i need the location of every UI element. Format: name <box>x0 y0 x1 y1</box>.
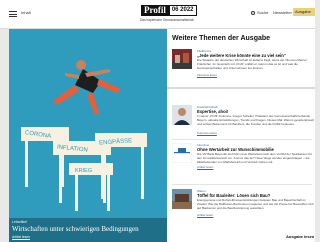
top-bar: Inhalt Profil 06 2022 Das bayerische Gen… <box>0 0 315 29</box>
article-more-link[interactable]: Artikel lesen <box>197 165 213 169</box>
article-item[interactable]: Waren Töffel für Bauleiter: Lösen sich B… <box>172 189 315 231</box>
hurdle-krieg: KRIEG <box>69 163 113 211</box>
section-divider <box>167 87 315 89</box>
more-topics-panel: Weitere Themen der Ausgabe Titelthema „J… <box>167 29 315 242</box>
hero-caption: Leitartikel Wirtschaften unter schwierig… <box>9 218 167 242</box>
hero-kicker: Leitartikel <box>12 220 27 224</box>
issue-button[interactable]: Ausgabe <box>293 8 315 16</box>
article-more-link[interactable]: Kolumne lesen <box>197 131 217 135</box>
article-item[interactable]: Interview Ohne Wertarbeit zur Wunschimmo… <box>172 143 315 183</box>
profil-logo[interactable]: Profil 06 2022 <box>141 5 197 16</box>
hero-read-link[interactable]: Artikel lesen <box>12 235 30 239</box>
divider <box>172 184 312 185</box>
read-issue-link[interactable]: Ausgabe lesen <box>286 234 314 239</box>
article-thumbnail <box>172 143 192 163</box>
search-button[interactable]: Suche <box>251 10 268 15</box>
divider <box>172 139 312 140</box>
search-label: Suche <box>257 10 269 15</box>
menu-label[interactable]: Inhalt <box>21 10 31 15</box>
article-more-link[interactable]: Interview lesen <box>197 73 217 77</box>
article-thumbnail <box>172 49 192 69</box>
newsletter-link[interactable]: Newsletter <box>273 10 292 15</box>
panel-title: Weitere Themen der Ausgabe <box>172 35 271 42</box>
hero-illustration: CORONA INFLATION ENGPÄSSE KRIEG <box>21 60 147 211</box>
article-more-link[interactable]: Artikel lesen <box>197 213 213 217</box>
hero-teaser[interactable]: CORONA INFLATION ENGPÄSSE KRIEG Leitarti… <box>9 29 167 242</box>
search-icon <box>251 10 255 15</box>
article-teaser: Energiepreise und Rohstoffpreisentwicklu… <box>197 198 314 210</box>
article-teaser: Die VR Bank Bayreuth-Hof führt neue Wert… <box>197 152 312 164</box>
hamburger-menu-icon[interactable] <box>9 11 17 17</box>
issue-number: 06 2022 <box>168 5 197 16</box>
article-teaser: Die Situation der deutschen Wirtschaft i… <box>197 58 307 70</box>
article-teaser: In seiner „Profil“-Kolumne, Gregor Schel… <box>197 114 315 126</box>
article-thumbnail <box>172 189 192 209</box>
hero-title[interactable]: Wirtschaften unter schwierigen Bedingung… <box>12 225 139 233</box>
logo-text: Profil <box>141 5 169 16</box>
article-item[interactable]: Titelthema „Jede weitere Krise könnte ei… <box>172 49 315 109</box>
hurdler-figure <box>53 60 121 115</box>
hurdle-label-krieg: KRIEG <box>75 168 92 174</box>
article-thumbnail <box>172 105 192 125</box>
tagline: Das bayerische Genossenschaftsblatt <box>140 18 194 22</box>
